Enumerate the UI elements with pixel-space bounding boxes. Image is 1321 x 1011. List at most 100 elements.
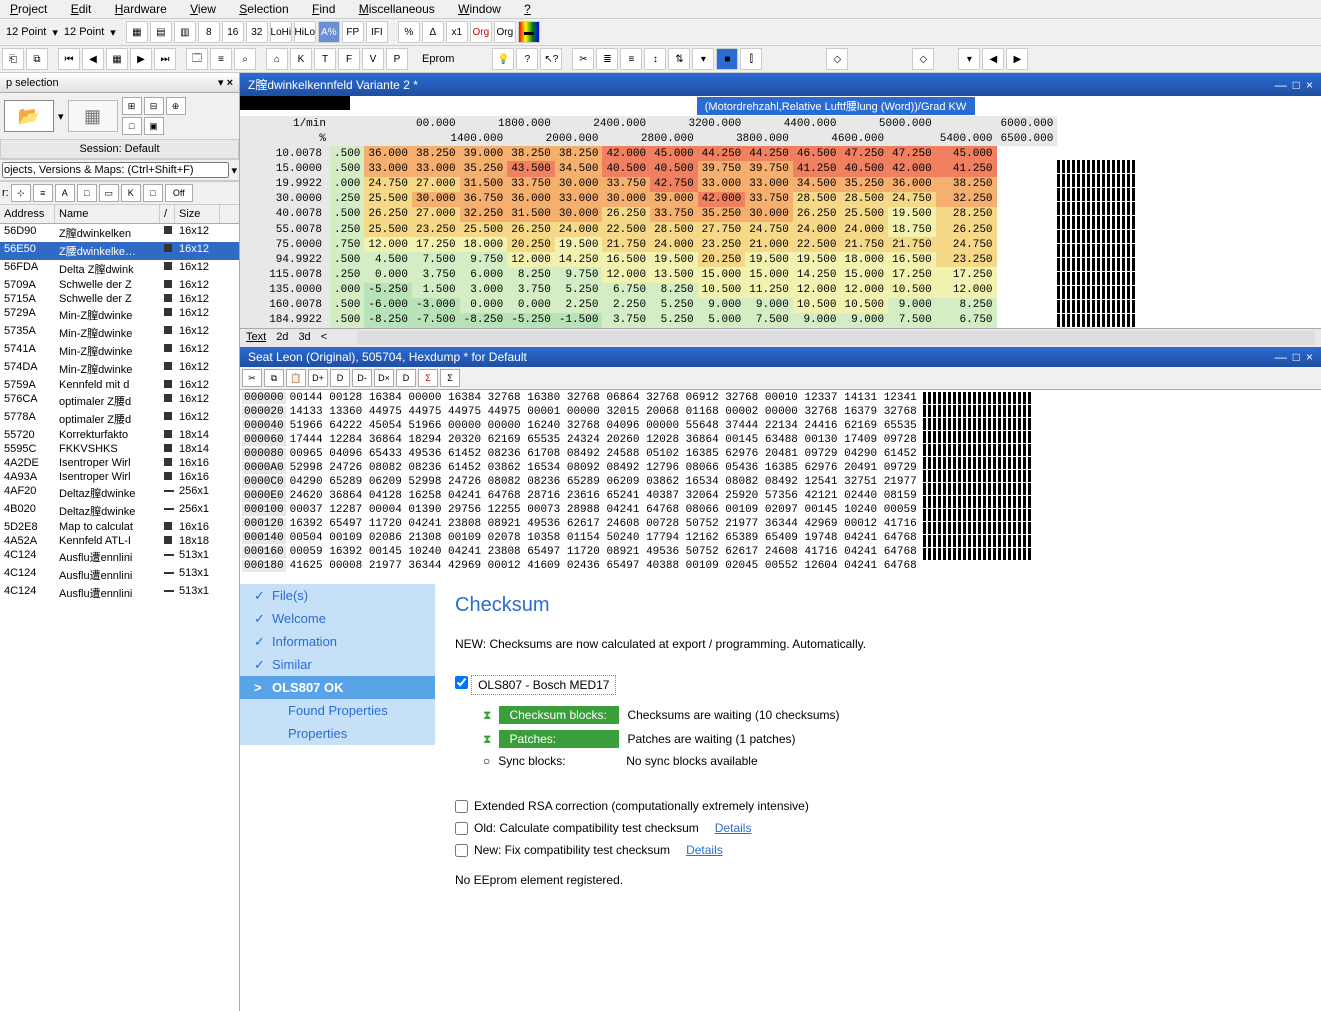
close-icon[interactable]: × <box>1306 78 1313 92</box>
tb-btn-13[interactable]: Δ <box>422 21 444 43</box>
scrollbar[interactable] <box>357 331 1315 345</box>
menu-find[interactable]: Find <box>302 0 345 18</box>
fb2[interactable]: ≡ <box>33 184 53 202</box>
hex-sigma2-icon[interactable]: Σ <box>440 369 460 387</box>
list-item[interactable]: 5715ASchwelle der Z16x12 <box>0 292 239 306</box>
tb-btn-15[interactable]: Org <box>470 21 492 43</box>
nav-found-props[interactable]: Found Properties <box>240 699 435 722</box>
details-link-1[interactable]: Details <box>715 821 752 835</box>
list-item[interactable]: 5709ASchwelle der Z16x12 <box>0 278 239 292</box>
nav-next[interactable]: ▶ <box>130 48 152 70</box>
tb2-21[interactable]: ≣ <box>596 48 618 70</box>
col-size[interactable]: Size <box>175 205 220 223</box>
nav-files[interactable]: File(s) <box>240 584 435 607</box>
tb2-19[interactable]: ↖? <box>540 48 562 70</box>
col-slash[interactable]: / <box>160 205 175 223</box>
tb2-9[interactable]: ≡ <box>210 48 232 70</box>
tb2-29[interactable]: ◇ <box>912 48 934 70</box>
tb2-25[interactable]: ▾ <box>692 48 714 70</box>
nav-first[interactable]: ⏮ <box>58 48 80 70</box>
nav-grid[interactable]: ▦ <box>106 48 128 70</box>
minimize-icon[interactable]: — <box>1275 78 1287 92</box>
menu-hardware[interactable]: Hardware <box>105 0 177 18</box>
tb2-next[interactable]: ▶ <box>1006 48 1028 70</box>
tb-btn-7[interactable]: LoHi <box>270 21 292 43</box>
tb2-17[interactable]: 💡 <box>492 48 514 70</box>
tb2-8[interactable]: 🗔 <box>186 48 208 70</box>
list-item[interactable]: 4C124Ausflu遭ennlini513x1 <box>0 548 239 566</box>
hex-b5[interactable]: D <box>396 369 416 387</box>
point-size-2[interactable]: 12 Point <box>60 26 108 38</box>
tab-2d[interactable]: 2d <box>276 331 288 345</box>
hex-sigma-icon[interactable]: Σ <box>418 369 438 387</box>
list-item[interactable]: 55720Korrekturfakto18x14 <box>0 428 239 442</box>
tb2-2[interactable]: ⧉ <box>26 48 48 70</box>
tb2-18[interactable]: ? <box>516 48 538 70</box>
tab-back[interactable]: < <box>321 331 327 345</box>
tb-btn-12[interactable]: % <box>398 21 420 43</box>
mini-btn-5[interactable]: ▣ <box>144 117 164 135</box>
point-size-1[interactable]: 12 Point <box>2 26 50 38</box>
menu-edit[interactable]: Edit <box>61 0 102 18</box>
tb-btn-2[interactable]: ▤ <box>150 21 172 43</box>
menu-view[interactable]: View <box>180 0 226 18</box>
tb-btn-16[interactable]: Org <box>494 21 516 43</box>
tb-btn-3[interactable]: ▥ <box>174 21 196 43</box>
hex-copy-icon[interactable]: ⧉ <box>264 369 284 387</box>
list-item[interactable]: 4C124Ausflu遭ennlini513x1 <box>0 584 239 602</box>
list-item[interactable]: 5729AMin-Z膣dwinke16x12 <box>0 306 239 324</box>
fb4[interactable]: □ <box>77 184 97 202</box>
list-item[interactable]: 56D90Z膣dwinkelken16x12 <box>0 224 239 242</box>
nav-similar[interactable]: Similar <box>240 653 435 676</box>
fb6[interactable]: K <box>121 184 141 202</box>
hex-b1[interactable]: D+ <box>308 369 328 387</box>
open-folder-icon[interactable]: 📂 <box>4 100 54 132</box>
hex-table[interactable]: 00000000144 00128 16384 00000 16384 3276… <box>240 390 921 574</box>
doc-icon[interactable]: ▦ <box>68 100 118 132</box>
list-item[interactable]: 5735AMin-Z膣dwinke16x12 <box>0 324 239 342</box>
tb-btn-11[interactable]: IFI <box>366 21 388 43</box>
tb-btn-1[interactable]: ▦ <box>126 21 148 43</box>
close-icon[interactable]: × <box>227 77 233 89</box>
map-table[interactable]: 1/min00.0001800.0002400.0003200.0004400.… <box>240 116 1057 328</box>
tb-btn-14[interactable]: x1 <box>446 21 468 43</box>
tb2-15[interactable]: V <box>362 48 384 70</box>
tb-btn-9[interactable]: A% <box>318 21 340 43</box>
menu-selection[interactable]: Selection <box>229 0 298 18</box>
hex-cut-icon[interactable]: ✂ <box>242 369 262 387</box>
tb-btn-10[interactable]: FP <box>342 21 364 43</box>
tb2-30[interactable]: ▾ <box>958 48 980 70</box>
tb-btn-4[interactable]: 8 <box>198 21 220 43</box>
tab-3d[interactable]: 3d <box>298 331 310 345</box>
ols-checkbox[interactable] <box>455 676 468 689</box>
list-item[interactable]: 5778Aoptimaler Z腰d16x12 <box>0 410 239 428</box>
list-item[interactable]: 4A2DEIsentroper Wirl16x16 <box>0 456 239 470</box>
list-item[interactable]: 574DAMin-Z膣dwinke16x12 <box>0 360 239 378</box>
tb2-26[interactable]: ■ <box>716 48 738 70</box>
hex-b3[interactable]: D- <box>352 369 372 387</box>
filter-dropdown-icon[interactable]: ▾ <box>231 164 237 177</box>
mini-btn-2[interactable]: ⊟ <box>144 97 164 115</box>
list-item[interactable]: 56FDADelta Z膣dwink16x12 <box>0 260 239 278</box>
tb2-20[interactable]: ✂ <box>572 48 594 70</box>
tb2-10[interactable]: ⌕ <box>234 48 256 70</box>
hex-b2[interactable]: D <box>330 369 350 387</box>
mini-btn-3[interactable]: ⊕ <box>166 97 186 115</box>
tb2-23[interactable]: ↕ <box>644 48 666 70</box>
fb7[interactable]: □ <box>143 184 163 202</box>
nav-last[interactable]: ⏭ <box>154 48 176 70</box>
nav-ols807[interactable]: OLS807 OK <box>240 676 435 699</box>
list-item[interactable]: 4B020Deltaz膣dwinke256x1 <box>0 502 239 520</box>
off-button[interactable]: Off <box>165 184 193 202</box>
list-item[interactable]: 56E50Z腰dwinkelke…16x12 <box>0 242 239 260</box>
list-item[interactable]: 5741AMin-Z膣dwinke16x12 <box>0 342 239 360</box>
tb2-13[interactable]: T <box>314 48 336 70</box>
mini-btn-4[interactable]: □ <box>122 117 142 135</box>
menu-misc[interactable]: Miscellaneous <box>349 0 445 18</box>
hex-b4[interactable]: D× <box>374 369 394 387</box>
hex-minimize-icon[interactable]: — <box>1275 350 1287 364</box>
list-item[interactable]: 576CAoptimaler Z腰d16x12 <box>0 392 239 410</box>
fb3[interactable]: A <box>55 184 75 202</box>
filter-input[interactable] <box>2 162 229 178</box>
menu-help[interactable]: ? <box>514 0 541 18</box>
